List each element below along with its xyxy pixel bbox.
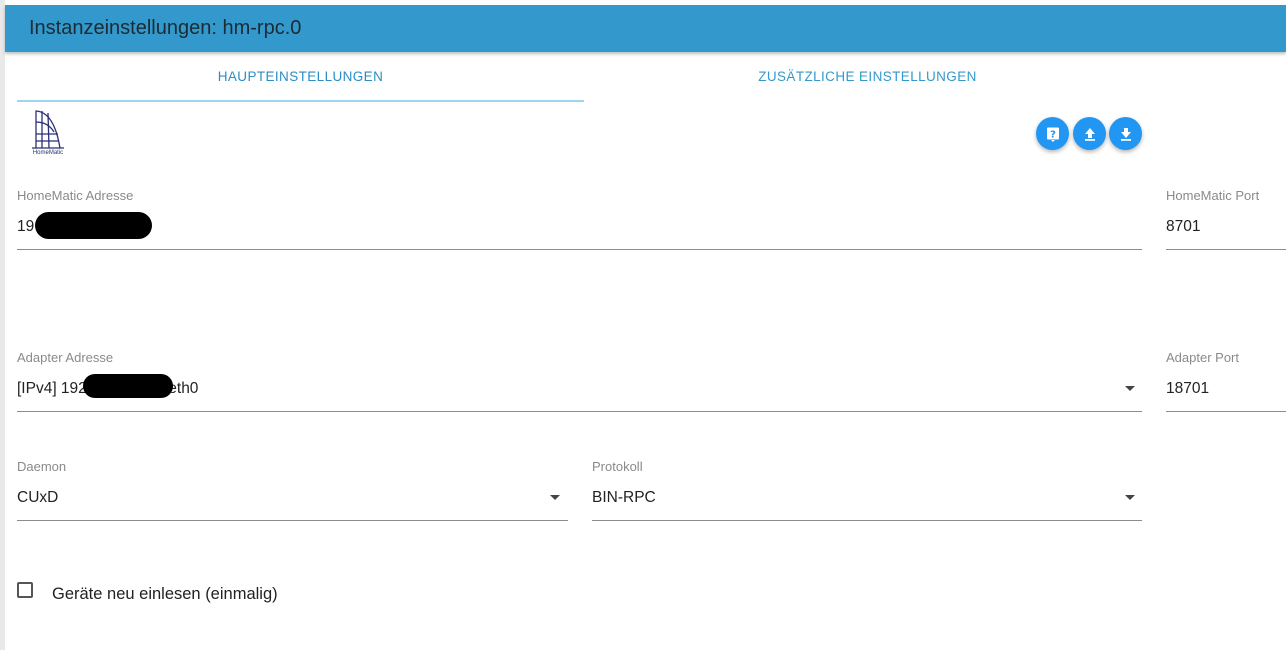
- input-underline: [1166, 411, 1286, 412]
- input-underline: [1166, 249, 1286, 250]
- homematic-port-field[interactable]: HomeMatic Port 8701: [1166, 188, 1286, 250]
- dropdown-arrow-icon: [1125, 495, 1135, 500]
- dialog-header: Instanzeinstellungen: hm-rpc.0: [5, 5, 1286, 52]
- input-underline: [17, 520, 568, 521]
- upload-button[interactable]: [1073, 117, 1106, 150]
- upload-icon: [1084, 127, 1095, 141]
- adapter-address-prefix: [IPv4] 192: [17, 380, 87, 397]
- daemon-value: CUxD: [17, 489, 59, 506]
- adapter-port-field[interactable]: Adapter Port 18701: [1166, 350, 1286, 412]
- reload-devices-label[interactable]: Geräte neu einlesen (einmalig): [52, 585, 278, 604]
- dropdown-arrow-icon: [1125, 386, 1135, 391]
- adapter-port-label: Adapter Port: [1166, 350, 1239, 365]
- dropdown-arrow-icon: [550, 495, 560, 500]
- input-underline: [17, 249, 1142, 250]
- reload-devices-checkbox[interactable]: [17, 582, 33, 598]
- adapter-address-select[interactable]: Adapter Adresse [IPv4] 192- eth0: [17, 350, 1142, 412]
- redaction-mark: [35, 212, 152, 239]
- input-underline: [592, 520, 1142, 521]
- protocol-select[interactable]: Protokoll BIN-RPC: [592, 459, 1142, 521]
- adapter-address-label: Adapter Adresse: [17, 350, 114, 365]
- help-button[interactable]: ?: [1036, 117, 1069, 150]
- input-underline: [17, 411, 1142, 412]
- tab-label: HAUPTEINSTELLUNGEN: [217, 69, 384, 84]
- protocol-value: BIN-RPC: [592, 489, 656, 506]
- svg-text:?: ?: [1050, 129, 1056, 140]
- daemon-select[interactable]: Daemon CUxD: [17, 459, 568, 521]
- homematic-address-label: HomeMatic Adresse: [17, 188, 134, 203]
- protocol-label: Protokoll: [592, 459, 643, 474]
- download-button[interactable]: [1109, 117, 1142, 150]
- redaction-mark: [83, 374, 173, 398]
- download-icon: [1120, 127, 1131, 141]
- logo-text: HomeMatic: [32, 150, 64, 156]
- homematic-address-value[interactable]: 19: [17, 218, 34, 236]
- dialog-title: Instanzeinstellungen: hm-rpc.0: [29, 17, 302, 39]
- homematic-port-label: HomeMatic Port: [1166, 188, 1260, 203]
- homematic-logo-icon: [32, 110, 64, 149]
- help-icon: ?: [1046, 127, 1059, 142]
- homematic-port-value[interactable]: 8701: [1166, 218, 1200, 236]
- adapter-port-value[interactable]: 18701: [1166, 380, 1209, 398]
- tab-main-settings[interactable]: HAUPTEINSTELLUNGEN: [17, 56, 584, 102]
- tab-label: ZUSÄTZLICHE EINSTELLUNGEN: [758, 69, 977, 84]
- homematic-logo: HomeMatic: [28, 108, 68, 160]
- homematic-address-field[interactable]: HomeMatic Adresse 19: [17, 188, 1142, 250]
- daemon-label: Daemon: [17, 459, 67, 474]
- tab-additional-settings[interactable]: ZUSÄTZLICHE EINSTELLUNGEN: [584, 56, 1151, 100]
